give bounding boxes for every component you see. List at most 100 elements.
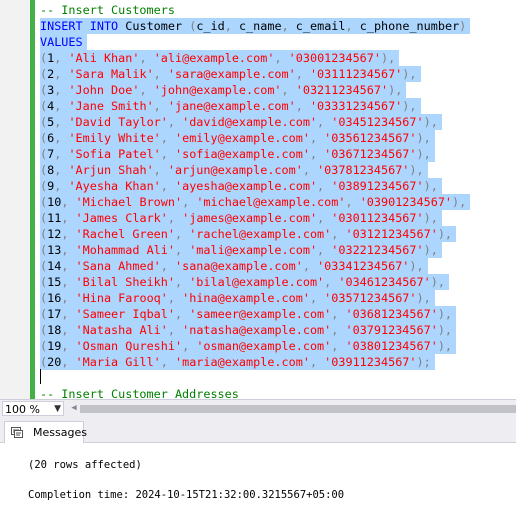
punctuation: , (61, 227, 69, 241)
punctuation: ), (416, 291, 431, 305)
string-literal: 'Arjun Shah' (68, 163, 154, 177)
horizontal-scrollbar[interactable]: ◀ (68, 401, 516, 416)
punctuation: , (54, 99, 62, 113)
code-line[interactable]: (9, 'Ayesha Khan', 'ayesha@example.com',… (40, 178, 438, 194)
punctuation: , (317, 179, 325, 193)
code-line[interactable]: (5, 'David Taylor', 'david@example.com',… (40, 114, 438, 130)
string-literal: 'Natasha Ali' (75, 323, 168, 337)
code-line[interactable]: (11, 'James Clark', 'james@example.com',… (40, 210, 438, 226)
code-line[interactable]: -- Insert Customers (40, 2, 175, 18)
string-literal: '03671234567' (324, 147, 417, 161)
string-literal: '03221234567' (331, 243, 424, 257)
rows-affected-message: (20 rows affected) (28, 459, 142, 471)
code-line[interactable]: (12, 'Rachel Green', 'rachel@example.com… (40, 226, 452, 242)
string-literal: '03111234567' (309, 67, 403, 81)
scroll-left-arrow-icon[interactable]: ◀ (68, 401, 80, 416)
punctuation: , (167, 211, 175, 225)
punctuation: ), (409, 163, 424, 177)
punctuation: ), (416, 131, 431, 145)
string-literal: '03341234567' (317, 259, 410, 273)
punctuation: , (345, 195, 353, 209)
punctuation: ), (402, 67, 417, 81)
sql-comment: -- Insert Customers (40, 3, 175, 17)
punctuation: , (331, 323, 339, 337)
code-line[interactable]: (10, 'Michael Brown', 'michael@example.c… (40, 194, 466, 210)
string-literal: '03571234567' (324, 291, 417, 305)
string-literal: 'Michael Brown' (75, 195, 183, 209)
code-line[interactable]: (3, 'John Doe', 'john@example.com', '032… (40, 82, 402, 98)
scrollbar-thumb[interactable] (80, 405, 516, 413)
editor-margin (0, 0, 30, 399)
punctuation: , (160, 259, 168, 273)
sql-keyword: VALUES (40, 35, 83, 49)
editor-status-bar: 100 % ▼ ◀ (0, 399, 516, 418)
code-line[interactable]: (19, 'Osman Qureshi', 'osman@example.com… (40, 338, 452, 354)
zoom-dropdown[interactable]: 100 % ▼ (2, 401, 64, 416)
punctuation: , (61, 211, 69, 225)
code-line[interactable]: (15, 'Bilal Sheikh', 'bilal@example.com'… (40, 274, 445, 290)
punctuation: ), (409, 259, 424, 273)
code-line[interactable]: (8, 'Arjun Shah', 'arjun@example.com', '… (40, 162, 424, 178)
punctuation: , (302, 259, 310, 273)
query-editor[interactable]: -- Insert Customers INSERT INTO Customer … (0, 0, 516, 399)
row-id-value: 20 (47, 355, 62, 369)
string-literal: 'Sameer Iqbal' (75, 307, 175, 321)
punctuation: ), (437, 339, 453, 353)
sql-comment: -- Insert Customer Addresses (40, 387, 239, 399)
string-literal: 'james@example.com' (182, 211, 318, 225)
punctuation: , (309, 131, 318, 145)
tab-messages[interactable]: Messages (4, 421, 87, 443)
punctuation: , (324, 275, 332, 289)
string-literal: 'John Doe' (68, 83, 140, 97)
punctuation: , (153, 99, 161, 113)
code-line[interactable]: (2, 'Sara Malik', 'sara@example.com', '0… (40, 66, 417, 82)
code-line[interactable]: VALUES (40, 34, 83, 50)
code-line[interactable]: (18, 'Natasha Ali', 'natasha@example.com… (40, 322, 452, 338)
sql-keyword: INSERT (40, 19, 83, 33)
punctuation: , (160, 355, 168, 369)
string-literal: 'David Taylor' (68, 115, 168, 129)
messages-pane[interactable]: (20 rows affected) Completion time: 2024… (0, 443, 516, 516)
code-line[interactable]: (6, 'Emily White', 'emily@example.com', … (40, 130, 431, 146)
punctuation: , (331, 339, 339, 353)
column-name: c_name (238, 19, 282, 33)
punctuation: ), (423, 211, 438, 225)
string-literal: '03121234567' (345, 227, 438, 241)
punctuation: , (182, 339, 190, 353)
string-literal: '03011234567' (331, 211, 424, 225)
string-literal: 'sana@example.com' (175, 259, 303, 273)
punctuation: , (139, 51, 147, 65)
code-line[interactable]: (17, 'Sameer Iqbal', 'sameer@example.com… (40, 306, 452, 322)
punctuation: ), (452, 195, 467, 209)
punctuation: , (54, 67, 62, 81)
string-literal: 'Rachel Green' (75, 227, 175, 241)
string-literal: 'Ayesha Khan' (68, 179, 161, 193)
punctuation: , (281, 83, 289, 97)
text-cursor (40, 369, 41, 384)
row-id-value: 17 (47, 307, 62, 321)
row-id-value: 14 (47, 259, 62, 273)
chevron-down-icon: ▼ (54, 404, 61, 414)
code-line[interactable]: (1, 'Ali Khan', 'ali@example.com', '0300… (40, 50, 395, 66)
string-literal: 'Osman Qureshi' (75, 339, 183, 353)
string-literal: '03681234567' (345, 307, 438, 321)
code-line[interactable]: (14, 'Sana Ahmed', 'sana@example.com', '… (40, 258, 424, 274)
code-line[interactable]: (4, 'Jane Smith', 'jane@example.com', '0… (40, 98, 417, 114)
string-literal: 'sofia@example.com' (175, 147, 310, 161)
code-line[interactable]: -- Insert Customer Addresses (40, 386, 239, 399)
punctuation: , (167, 291, 175, 305)
code-line[interactable]: (7, 'Sofia Patel', 'sofia@example.com', … (40, 146, 431, 162)
code-line[interactable]: (20, 'Maria Gill', 'maria@example.com', … (40, 354, 431, 370)
code-line[interactable]: (13, 'Mohammad Ali', 'mali@example.com',… (40, 242, 438, 258)
code-line[interactable]: (16, 'Hina Farooq', 'hina@example.com', … (40, 290, 431, 306)
string-literal: 'mali@example.com' (189, 243, 318, 257)
code-line[interactable]: INSERT INTO Customer (c_id, c_name, c_em… (40, 18, 466, 34)
punctuation: ), (416, 147, 431, 161)
punctuation: ), (423, 115, 438, 129)
punctuation: ), (423, 243, 438, 257)
zoom-value: 100 % (5, 403, 40, 416)
punctuation: , (167, 115, 175, 129)
string-literal: 'Bilal Sheikh' (75, 275, 175, 289)
string-literal: 'sara@example.com' (167, 67, 296, 81)
string-literal: 'natasha@example.com' (182, 323, 332, 337)
